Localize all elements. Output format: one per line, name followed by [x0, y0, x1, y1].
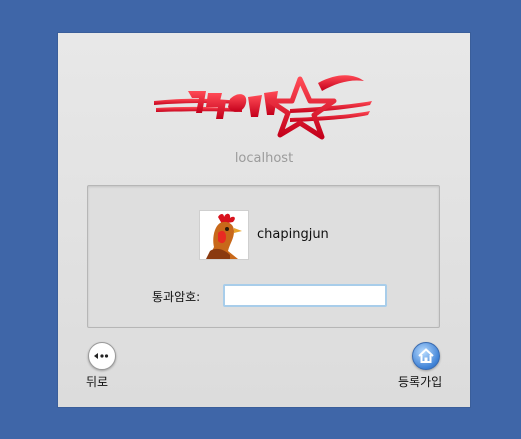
rooster-avatar — [199, 210, 249, 260]
register-label: 등록가입 — [398, 375, 443, 389]
home-icon[interactable] — [412, 342, 440, 370]
login-panel: chapingjun 통과암호: — [87, 185, 440, 328]
username: chapingjun — [257, 227, 329, 242]
red-star-logo — [150, 61, 374, 151]
back-arrow-icon[interactable] — [88, 342, 116, 370]
back-arrow-glyph — [94, 353, 109, 359]
password-field[interactable] — [223, 284, 387, 307]
register-button[interactable]: 등록가입 — [397, 340, 453, 392]
back-button[interactable]: 뒤로 — [86, 340, 120, 392]
login-window: localhost chapingjun 통과암호: 뒤로 등록가입 — [58, 33, 470, 407]
host-name: localhost — [234, 151, 294, 166]
password-label: 통과암호: — [152, 290, 201, 304]
rooster-image — [200, 211, 248, 259]
logo-graphic — [154, 75, 372, 140]
back-label: 뒤로 — [86, 375, 109, 389]
home-glyph — [418, 348, 434, 363]
